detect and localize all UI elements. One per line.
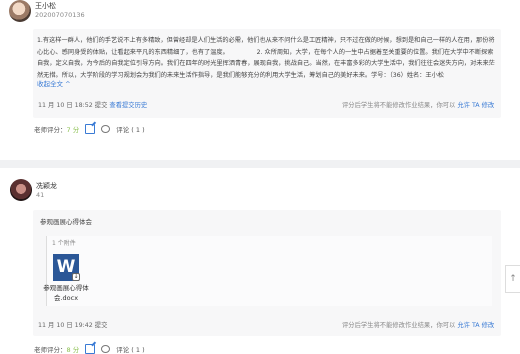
comment-icon[interactable]: [101, 125, 111, 133]
score-row: 老师评分：8 分 评论 ( 1 ): [34, 344, 145, 354]
attachment-area: [46, 236, 492, 306]
score-label: 老师评分：7 分: [34, 126, 80, 134]
submit-time: 11 月 10 日 18:52 提交: [38, 102, 108, 109]
score-row: 老师评分：7 分 评论 ( 1 ): [34, 124, 145, 134]
avatar[interactable]: [9, 0, 31, 22]
attachment-count: 1 个附件: [52, 240, 76, 247]
avatar[interactable]: [10, 179, 32, 201]
student-id: 41: [36, 191, 45, 199]
edit-score-icon[interactable]: [85, 344, 96, 354]
score-note-text: 评分后学生将不能修改作业结果，你可以: [342, 322, 456, 329]
score-value: 7 分: [66, 126, 80, 134]
score-note: 评分后学生将不能修改作业结果，你可以 允许 TA 修改: [342, 100, 494, 109]
allow-edit-link[interactable]: 允许 TA 修改: [457, 322, 494, 329]
collapse-link[interactable]: 收起全文 ^: [37, 78, 71, 88]
comment-count[interactable]: 评论 ( 1 ): [116, 124, 144, 134]
submit-time: 11 月 10 日 19:42 提交: [38, 322, 108, 329]
score-note-text: 评分后学生将不能修改作业结果，你可以: [342, 102, 456, 109]
score-label: 老师评分：8 分: [34, 346, 80, 354]
student-name: 王小松: [35, 2, 56, 10]
submit-meta: 11 月 10 日 19:42 提交: [38, 320, 107, 329]
submission-title: 参观画展心得体会: [40, 218, 92, 226]
attachment-filename[interactable]: 参观画展心得体会.docx: [40, 283, 92, 303]
comment-count[interactable]: 评论 ( 1 ): [116, 344, 144, 354]
download-badge-icon[interactable]: ↓: [72, 273, 80, 281]
allow-edit-link[interactable]: 允许 TA 修改: [457, 102, 494, 109]
submission-text: 1.有这样一群人，他们的手艺说不上有多精致，但曾经却是人们生活的必需，他们也从来…: [37, 37, 495, 79]
submit-meta: 11 月 10 日 18:52 提交 查看提交历史: [38, 100, 147, 109]
arrow-up-icon: ↑: [509, 274, 517, 284]
comment-icon[interactable]: [101, 345, 111, 353]
student-id: 202007070136: [35, 11, 85, 19]
section-divider: [0, 160, 520, 168]
edit-score-icon[interactable]: [85, 124, 96, 134]
score-value: 8 分: [66, 346, 80, 354]
student-name: 冼颖龙: [36, 182, 57, 190]
score-note: 评分后学生将不能修改作业结果，你可以 允许 TA 修改: [342, 320, 494, 329]
view-history-link[interactable]: 查看提交历史: [109, 102, 147, 109]
scroll-to-top-button[interactable]: ↑: [505, 265, 520, 293]
